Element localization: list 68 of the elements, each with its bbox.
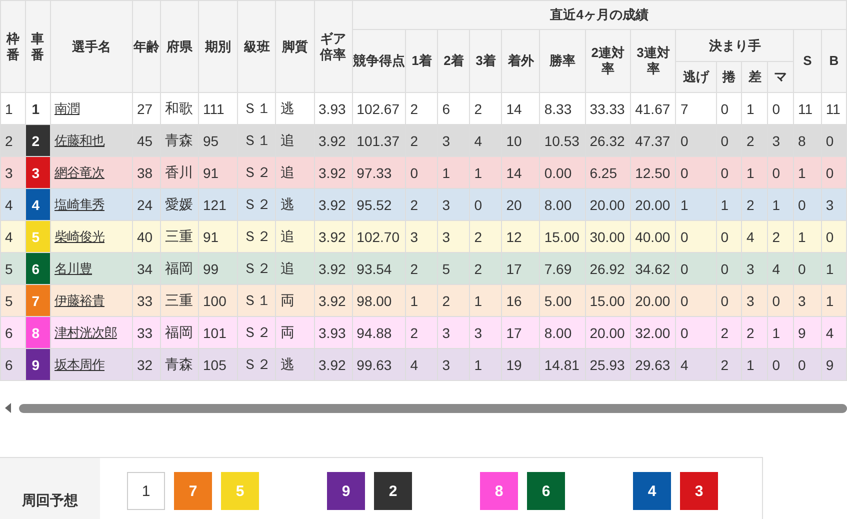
- car-number-badge: 1: [25, 92, 50, 124]
- table-cell: 4: [676, 348, 716, 380]
- column-header: 府県: [160, 0, 199, 92]
- column-header: 1着: [406, 30, 438, 92]
- car-number-badge: 8: [480, 472, 518, 510]
- column-header: 3連対率: [630, 30, 676, 92]
- scroll-left-icon[interactable]: [5, 403, 11, 413]
- column-header: 3着: [470, 30, 502, 92]
- column-header: 期別: [198, 0, 238, 92]
- table-cell: 29.63: [630, 348, 676, 380]
- car-number-badge: 3: [680, 472, 718, 510]
- column-header: 勝率: [540, 30, 586, 92]
- table-cell: Ｓ２: [238, 348, 276, 380]
- car-number-badge: 5: [25, 220, 50, 252]
- car-number-badge: 8: [25, 316, 50, 348]
- car-number-badge: 2: [25, 124, 50, 156]
- column-header: 直近4ヶ月の成績: [352, 0, 846, 30]
- column-header: 差: [742, 62, 768, 92]
- car-number-badge: 6: [527, 472, 565, 510]
- column-header: 枠番: [0, 0, 26, 92]
- column-header: 級班: [238, 0, 276, 92]
- car-number-badge: 2: [374, 472, 412, 510]
- column-header: 決まり手: [676, 30, 794, 62]
- table-cell: 0: [768, 348, 794, 380]
- table-cell: 105: [198, 348, 238, 380]
- column-header: マ: [768, 62, 794, 92]
- table-cell: 青森: [160, 348, 199, 380]
- car-number-badge: 7: [25, 284, 50, 316]
- column-header: 捲: [716, 62, 742, 92]
- column-header: 車番: [25, 0, 50, 92]
- table-cell: 99.63: [352, 348, 406, 380]
- column-header: 年齢: [132, 0, 160, 92]
- column-header: 2連対率: [585, 30, 631, 92]
- column-header: 選手名: [50, 0, 133, 92]
- car-number-badge: 9: [327, 472, 365, 510]
- table-cell: 19: [502, 348, 540, 380]
- column-header: 脚質: [276, 0, 314, 92]
- table-cell: 25.93: [585, 348, 631, 380]
- column-header: B: [821, 30, 846, 92]
- table-cell: 6: [0, 348, 26, 380]
- car-number-badge: 1: [127, 472, 165, 510]
- column-header: S: [794, 30, 822, 92]
- car-number-badge: 4: [633, 472, 671, 510]
- car-number-badge: 4: [25, 188, 50, 220]
- scrollbar-thumb[interactable]: [19, 404, 847, 412]
- column-header: 着外: [502, 30, 540, 92]
- prediction-label: 周回予想: [0, 458, 100, 519]
- table-cell: 1: [742, 348, 768, 380]
- car-number-badge: 3: [25, 156, 50, 188]
- car-number-badge: 7: [174, 472, 212, 510]
- table-cell: 9: [821, 348, 846, 380]
- table-cell: 32: [132, 348, 160, 380]
- table-cell: 1: [470, 348, 502, 380]
- car-number-badge: 6: [25, 252, 50, 284]
- column-header: 逃げ: [676, 62, 716, 92]
- table-cell: 3.92: [314, 348, 352, 380]
- column-header: 2着: [438, 30, 470, 92]
- column-header: ギア倍率: [314, 0, 352, 92]
- player-link[interactable]: 南潤: [54, 100, 80, 116]
- column-header: 競争得点: [352, 30, 406, 92]
- table-cell: 14.81: [540, 348, 586, 380]
- table-cell: 逃: [276, 348, 314, 380]
- car-number-badge: 5: [221, 472, 259, 510]
- table-cell: 3: [438, 348, 470, 380]
- car-number-badge: 9: [25, 348, 50, 380]
- table-cell: 0: [794, 348, 822, 380]
- table-cell: 2: [716, 348, 742, 380]
- table-cell: 4: [406, 348, 438, 380]
